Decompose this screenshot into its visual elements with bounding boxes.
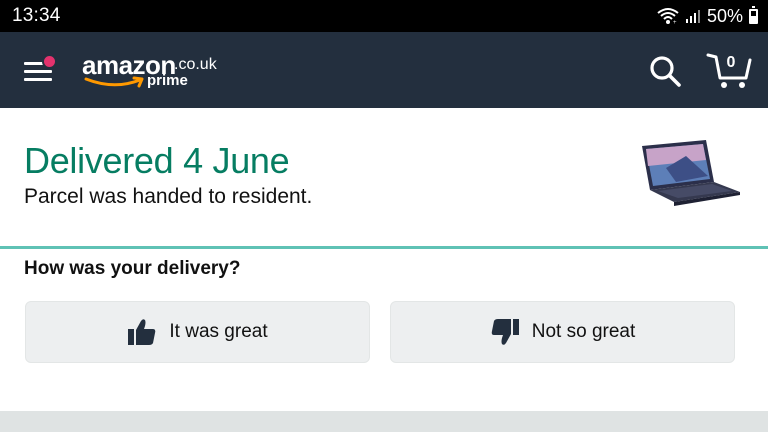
it-was-great-button[interactable]: It was great	[25, 301, 370, 363]
app-header: amazon .co.uk prime 0	[0, 32, 768, 108]
signal-icon	[685, 10, 700, 23]
it-was-great-label: It was great	[169, 321, 268, 342]
menu-button[interactable]	[22, 54, 57, 84]
wifi-icon: +	[657, 8, 679, 25]
battery-icon	[749, 5, 758, 24]
cart-button[interactable]: 0	[706, 50, 752, 90]
search-button[interactable]	[648, 54, 682, 88]
section-divider	[0, 246, 768, 249]
bottom-section-strip	[0, 411, 768, 432]
thumbs-down-icon	[491, 319, 519, 345]
status-time: 13:34	[12, 5, 61, 26]
delivery-status-title: Delivered 4 June	[24, 140, 290, 181]
delivery-status-section: Delivered 4 June Parcel was handed to re…	[0, 108, 768, 246]
logo-prime: prime	[147, 72, 188, 89]
delivery-status-detail: Parcel was handed to resident.	[24, 185, 313, 208]
logo-smile-icon	[84, 76, 144, 88]
not-so-great-button[interactable]: Not so great	[390, 301, 735, 363]
status-indicators: + 50%	[657, 5, 758, 27]
svg-text:+: +	[673, 20, 677, 25]
feedback-question: How was your delivery?	[24, 258, 241, 279]
cart-count: 0	[726, 54, 736, 71]
battery-percentage: 50%	[706, 5, 743, 26]
search-icon	[650, 56, 681, 87]
status-bar: 13:34 + 50%	[0, 0, 768, 32]
product-thumbnail[interactable]	[636, 138, 742, 210]
thumbs-up-icon	[128, 319, 156, 345]
battery-level-fill	[751, 16, 756, 22]
amazon-prime-logo[interactable]: amazon .co.uk prime	[82, 50, 232, 100]
not-so-great-label: Not so great	[531, 321, 636, 342]
notification-dot	[42, 54, 57, 69]
